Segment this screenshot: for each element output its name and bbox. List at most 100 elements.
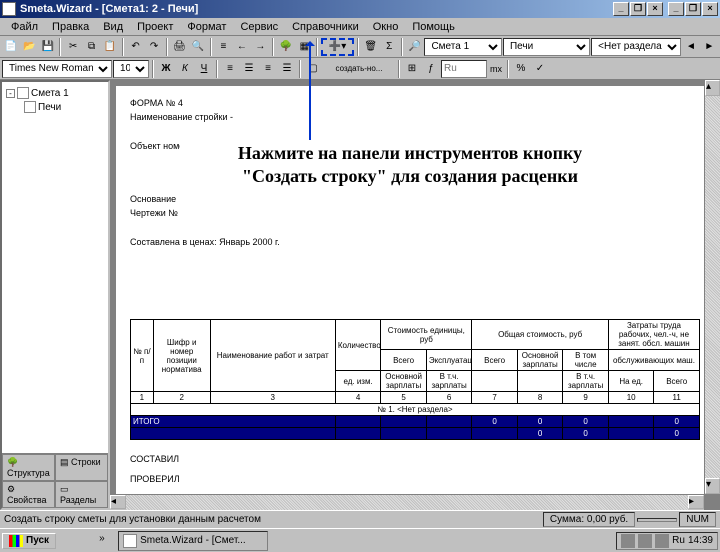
child-close-button[interactable]: ×: [647, 2, 663, 16]
doc-form-no: ФОРМА № 4: [130, 96, 700, 110]
tray-icon-3[interactable]: [655, 534, 669, 548]
max-button[interactable]: ❐: [685, 2, 701, 16]
menu-reference[interactable]: Справочники: [285, 19, 366, 35]
align-r-button[interactable]: ≡: [259, 60, 277, 78]
bold-button[interactable]: Ж: [157, 60, 175, 78]
tray-icon-1[interactable]: [621, 534, 635, 548]
th-edizm: ед. изм.: [335, 371, 381, 392]
tab-rows[interactable]: ▤ Строки: [55, 454, 108, 481]
tray-icon-2[interactable]: [638, 534, 652, 548]
combo-section[interactable]: Печи: [503, 38, 590, 56]
tab-structure[interactable]: 🌳 Структура: [2, 454, 55, 481]
sidebar-tabs: 🌳 Структура ▤ Строки ⚙ Свойства ▭ Раздел…: [2, 453, 108, 508]
percent-button[interactable]: %: [512, 60, 530, 78]
menu-format[interactable]: Формат: [180, 19, 233, 35]
titlebar: Smeta.Wizard - [Смета1: 2 - Печи] _ ❐ × …: [0, 0, 720, 18]
size-select[interactable]: 10: [113, 60, 149, 78]
status-hint: Создать строку сметы для установки данны…: [4, 514, 261, 525]
child-max-button[interactable]: ❐: [630, 2, 646, 16]
open-button[interactable]: 📂: [20, 38, 37, 56]
create-row-hint[interactable]: создать-но...: [323, 60, 395, 78]
undo-button[interactable]: ↶: [127, 38, 144, 56]
preview-button[interactable]: 🔍: [189, 38, 206, 56]
collapse-icon[interactable]: -: [6, 89, 15, 98]
windows-icon: [9, 535, 23, 547]
formula-button[interactable]: ƒ: [422, 60, 440, 78]
nav-fwd-button[interactable]: ►: [701, 38, 718, 56]
combo-subsection[interactable]: <Нет раздела>: [591, 38, 681, 56]
sidebar: - Смета 1 Печи 🌳 Структура ▤ Строки ⚙ Св…: [0, 80, 110, 510]
ql-3[interactable]: »: [98, 532, 116, 550]
align-j-button[interactable]: ☰: [278, 60, 296, 78]
doc-icon: [17, 87, 29, 99]
create-row-button[interactable]: ➕▾: [321, 38, 354, 56]
scroll-up-button[interactable]: ▴: [705, 80, 720, 96]
task-icon: [123, 534, 137, 548]
menu-service[interactable]: Сервис: [233, 19, 285, 35]
menu-help[interactable]: Помощь: [405, 19, 462, 35]
new-button[interactable]: 📄: [2, 38, 19, 56]
align-l-button[interactable]: ≡: [221, 60, 239, 78]
align-left-button[interactable]: ≡: [215, 38, 232, 56]
menu-view[interactable]: Вид: [96, 19, 130, 35]
section-title: № 1. <Нет раздела>: [131, 404, 700, 416]
combo-smeta[interactable]: Смета 1: [424, 38, 502, 56]
delete-button[interactable]: 🗑: [362, 38, 379, 56]
redo-button[interactable]: ↷: [145, 38, 162, 56]
align-dec-button[interactable]: ←: [233, 38, 250, 56]
doc-osn: Основание: [130, 192, 700, 206]
tray-lang[interactable]: Ru: [672, 535, 685, 546]
min-button[interactable]: _: [668, 2, 684, 16]
copy-button[interactable]: ⧉: [83, 38, 100, 56]
tree-child-label: Печи: [38, 102, 61, 113]
tab-sections[interactable]: ▭ Разделы: [55, 481, 108, 508]
underline-button[interactable]: Ч: [195, 60, 213, 78]
close-button[interactable]: ×: [702, 2, 718, 16]
child-min-button[interactable]: _: [613, 2, 629, 16]
th-cost-unit: Стоимость единицы, руб: [381, 320, 472, 350]
save-button[interactable]: 💾: [39, 38, 56, 56]
tab-props[interactable]: ⚙ Свойства: [2, 481, 55, 508]
doc-icon: [24, 101, 36, 113]
th-qty: Количество: [335, 320, 381, 371]
project-tree[interactable]: - Смета 1 Печи: [2, 82, 108, 453]
callout-text: Нажмите на панели инструментов кнопку "С…: [180, 142, 640, 189]
calc-button[interactable]: Σ: [381, 38, 398, 56]
hscrollbar[interactable]: ◂ ▸: [110, 494, 704, 510]
italic-button[interactable]: К: [176, 60, 194, 78]
doc-proveril: ПРОВЕРИЛ: [130, 474, 700, 484]
task-smetawizard[interactable]: Smeta.Wizard - [Смет...: [118, 531, 268, 551]
menu-window[interactable]: Окно: [366, 19, 406, 35]
tree-root-label: Смета 1: [31, 88, 69, 99]
status-sum: Сумма: 0,00 руб.: [543, 512, 635, 527]
align-inc-button[interactable]: →: [252, 38, 269, 56]
menu-edit[interactable]: Правка: [45, 19, 96, 35]
menu-file[interactable]: Файл: [4, 19, 45, 35]
border-button[interactable]: ▢: [304, 60, 322, 78]
th-total2: Всего: [472, 350, 518, 371]
scroll-right-button[interactable]: ▸: [688, 495, 704, 509]
nav-back-button[interactable]: ◄: [682, 38, 699, 56]
cut-button[interactable]: ✂: [64, 38, 81, 56]
scroll-left-button[interactable]: ◂: [110, 495, 126, 509]
th-serv: обслуживающих маш.: [608, 350, 699, 371]
align-c-button[interactable]: ☰: [240, 60, 258, 78]
scroll-down-button[interactable]: ▾: [705, 478, 720, 494]
merge-button[interactable]: ⊞: [403, 60, 421, 78]
print-button[interactable]: 🖨: [171, 38, 188, 56]
search-button[interactable]: 🔎: [406, 38, 423, 56]
paste-button[interactable]: 📋: [101, 38, 118, 56]
app-icon: [2, 2, 16, 16]
ql-2[interactable]: [78, 532, 96, 550]
tree-child[interactable]: Печи: [6, 100, 104, 114]
tree-root[interactable]: - Смета 1: [6, 86, 104, 100]
check-button[interactable]: ✓: [531, 60, 549, 78]
mx-input[interactable]: [441, 60, 487, 78]
vscrollbar[interactable]: ▴ ▾: [704, 80, 720, 494]
start-button[interactable]: Пуск: [2, 533, 56, 549]
ql-1[interactable]: [58, 532, 76, 550]
font-select[interactable]: Times New Roman: [2, 60, 112, 78]
menu-project[interactable]: Проект: [130, 19, 180, 35]
tree-button[interactable]: 🌳: [277, 38, 294, 56]
callout-arrow: [309, 42, 311, 140]
